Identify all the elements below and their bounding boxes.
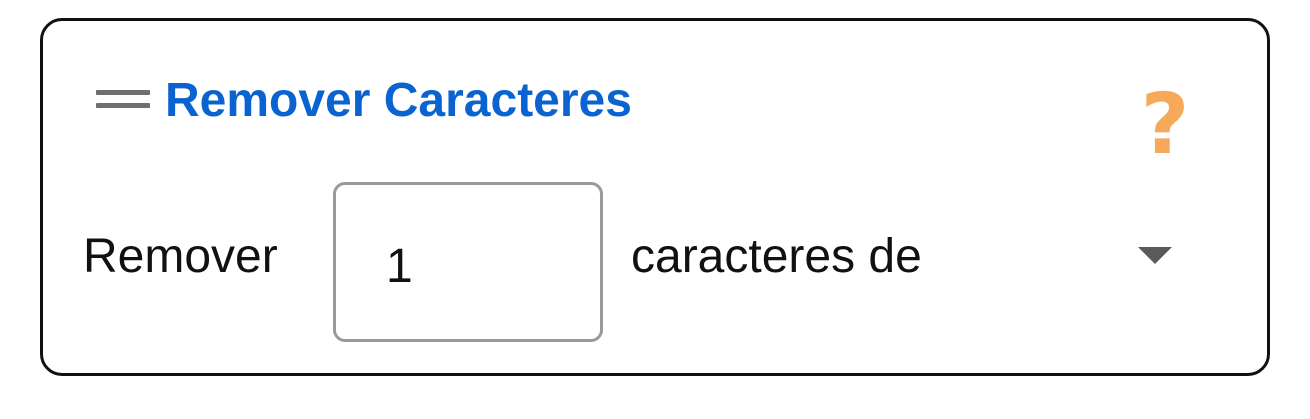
- remove-characters-block[interactable]: Remover Caracteres ? Remover 1 caractere…: [40, 18, 1270, 376]
- character-count-value: 1: [386, 240, 413, 293]
- label-caracteres-de: caracteres de: [631, 230, 922, 283]
- dropdown-triangle-icon: [1138, 247, 1172, 264]
- character-count-input[interactable]: 1: [333, 182, 603, 342]
- drag-handle-icon[interactable]: [96, 88, 150, 110]
- drag-handle-line: [96, 90, 150, 95]
- block-title: Remover Caracteres: [165, 74, 632, 127]
- position-dropdown[interactable]: [1118, 235, 1198, 275]
- drag-handle-line: [96, 103, 150, 108]
- label-remover: Remover: [83, 230, 278, 283]
- question-mark-icon[interactable]: ?: [1135, 79, 1195, 169]
